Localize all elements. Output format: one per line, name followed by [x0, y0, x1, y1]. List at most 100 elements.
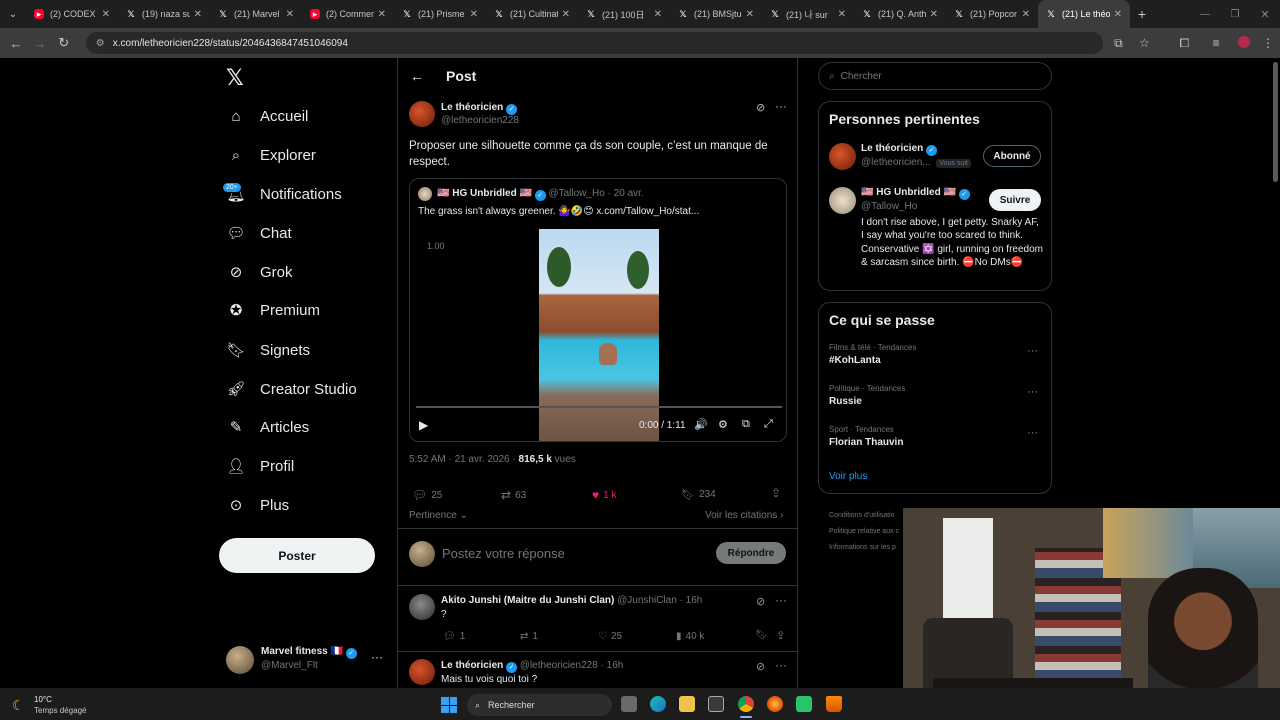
footer-link[interactable]: Conditions d'utilisatio — [829, 508, 899, 524]
bookmark-icon[interactable]: 🔖︎ — [755, 630, 768, 641]
browser-tab[interactable]: ▸ (2) CODEX : ✕ — [26, 0, 118, 28]
install-icon[interactable]: ⧉ — [1103, 36, 1135, 51]
minimize-button[interactable]: — — [1190, 9, 1220, 20]
reply-input[interactable]: Postez votre réponse — [442, 546, 565, 561]
person-handle[interactable]: @Tallow_Ho — [861, 201, 917, 212]
vlc-icon[interactable] — [826, 696, 842, 712]
close-tab-icon[interactable]: ✕ — [746, 9, 754, 20]
close-tab-icon[interactable]: ✕ — [286, 9, 294, 20]
browser-tab[interactable]: 𝕏 (21) 100日 ✕ — [578, 0, 670, 28]
close-tab-icon[interactable]: ✕ — [654, 9, 662, 20]
trend-item[interactable]: Films & télé · Tendances #KohLanta ··· — [829, 343, 1043, 379]
person-name[interactable]: Le théoricien — [861, 143, 923, 154]
grok-icon[interactable]: ⊘ — [756, 660, 765, 673]
following-button[interactable]: Abonné — [983, 145, 1041, 167]
nav-item-plus[interactable]: ⊙ Plus — [226, 490, 289, 520]
nav-item-accueil[interactable]: ⌂ Accueil — [226, 101, 308, 131]
nav-item-notifications[interactable]: 🔔︎ Notifications — [226, 179, 341, 209]
footer-link[interactable]: Politique relative aux c — [829, 524, 899, 540]
person-avatar[interactable] — [829, 143, 856, 170]
author-handle[interactable]: @letheoricien228 — [441, 115, 519, 126]
close-window-button[interactable]: ✕ — [1250, 8, 1280, 21]
more-options-icon[interactable]: ··· — [775, 593, 787, 607]
author-name[interactable]: Le théoricien — [441, 102, 503, 113]
more-options-icon[interactable]: ··· — [1027, 427, 1038, 439]
site-info-icon[interactable]: ⚙ — [96, 38, 105, 49]
reply-author-handle[interactable]: @letheoricien228 — [520, 660, 598, 671]
video-progress-track[interactable] — [416, 406, 782, 408]
start-icon[interactable] — [441, 697, 457, 713]
nav-item-profil[interactable]: 👤︎ Profil — [226, 451, 294, 481]
person-name[interactable]: 🇺🇸 HG Unbridled 🇺🇸 — [861, 187, 956, 198]
profile-avatar-icon[interactable] — [1232, 35, 1256, 51]
edge-icon[interactable] — [650, 696, 666, 712]
maximize-button[interactable]: ❐ — [1220, 9, 1250, 20]
reply-author-name[interactable]: Le théoricien — [441, 660, 503, 671]
person-handle[interactable]: @letheoricien... — [861, 157, 931, 168]
tab-search-button[interactable]: ⌄ — [0, 9, 26, 20]
nav-item-explorer[interactable]: ⌕ Explorer — [226, 140, 316, 170]
new-tab-button[interactable]: + — [1130, 6, 1154, 22]
reply-like-action[interactable]: ♡ 25 — [598, 631, 622, 642]
extensions-icon[interactable]: ⧠ — [1168, 36, 1200, 51]
reply-action[interactable]: 💬︎ 25 — [412, 488, 442, 502]
app-icon[interactable] — [796, 696, 812, 712]
reply-reply-action[interactable]: 💬︎ 1 — [443, 631, 465, 642]
reply-repost-action[interactable]: ⇄ 1 — [520, 631, 538, 642]
follow-button[interactable]: Suivre — [989, 189, 1041, 211]
more-options-icon[interactable]: ··· — [1027, 386, 1038, 398]
reply-author-name[interactable]: Akito Junshi (Maitre du Junshi Clan) — [441, 595, 614, 606]
bookmark-star-icon[interactable]: ☆ — [1134, 36, 1154, 50]
sort-dropdown[interactable]: Pertinence ⌄ — [409, 510, 468, 521]
pip-icon[interactable]: ⧉ — [742, 418, 750, 431]
browser-menu-icon[interactable]: ⋮ — [1256, 36, 1280, 50]
footer-link[interactable]: Informations sur les p — [829, 540, 899, 556]
account-switcher[interactable]: Marvel fitness 🇫🇷 ✓ @Marvel_Flt ··· — [226, 644, 386, 676]
close-tab-icon[interactable]: ✕ — [378, 9, 386, 20]
store-icon[interactable] — [708, 696, 724, 712]
close-tab-icon[interactable]: ✕ — [930, 9, 938, 20]
more-options-icon[interactable]: ··· — [775, 658, 787, 672]
firefox-icon[interactable] — [767, 696, 783, 712]
chrome-icon[interactable] — [738, 696, 754, 712]
close-tab-icon[interactable]: ✕ — [194, 9, 202, 20]
reply-button[interactable]: Répondre — [716, 542, 786, 564]
more-icon[interactable]: ··· — [371, 650, 383, 664]
search-input[interactable]: ⌕ Chercher — [818, 62, 1052, 90]
browser-tab[interactable]: 𝕏 (21) Q. Anth ✕ — [854, 0, 946, 28]
weather-desc[interactable]: Temps dégagé — [34, 706, 86, 715]
close-tab-icon[interactable]: ✕ — [1114, 9, 1122, 20]
post-timestamp[interactable]: 5:52 AM · 21 avr. 2026 · — [409, 454, 516, 465]
nav-item-articles[interactable]: ✎ Articles — [226, 412, 309, 442]
close-tab-icon[interactable]: ✕ — [102, 9, 110, 20]
browser-tab[interactable]: 𝕏 (21) Popcor ✕ — [946, 0, 1038, 28]
task-view-icon[interactable] — [621, 696, 637, 712]
fullscreen-icon[interactable]: ⤢ — [764, 418, 773, 431]
taskbar-search[interactable]: ⌕ Rechercher — [467, 694, 612, 716]
media-icon[interactable]: ≡ — [1200, 36, 1232, 50]
bookmark-action[interactable]: 🔖︎ 234 — [681, 488, 716, 501]
like-action[interactable]: ♥ 1 k — [592, 488, 616, 502]
reply-views[interactable]: ▮ 40 k — [676, 631, 704, 642]
browser-tab[interactable]: 𝕏 (21) Cultinat ✕ — [486, 0, 578, 28]
x-logo[interactable]: 𝕏 — [226, 66, 244, 91]
nav-item-premium[interactable]: ✪ Premium — [226, 295, 320, 325]
close-tab-icon[interactable]: ✕ — [562, 9, 570, 20]
volume-icon[interactable]: 🔊 — [694, 418, 708, 431]
reply-author-handle[interactable]: @JunshiClan — [617, 595, 677, 606]
nav-item-chat[interactable]: 💬︎ Chat — [226, 218, 291, 248]
post-button[interactable]: Poster — [219, 538, 375, 573]
share-icon[interactable]: ⇪ — [771, 486, 781, 500]
quoted-post[interactable]: 🇺🇸 HG Unbridled 🇺🇸 ✓ @Tallow_Ho · 20 avr… — [409, 178, 787, 442]
browser-tab[interactable]: 𝕏 (21) 나 sur ✕ — [762, 0, 854, 28]
more-options-icon[interactable]: ··· — [1027, 345, 1038, 357]
close-tab-icon[interactable]: ✕ — [838, 9, 846, 20]
weather-temp[interactable]: 10°C — [34, 695, 52, 704]
page-scrollbar[interactable] — [1273, 62, 1278, 182]
browser-tab[interactable]: 𝕏 (21) Marvel ✕ — [210, 0, 302, 28]
author-avatar[interactable] — [409, 101, 435, 127]
nav-item-grok[interactable]: ⊘ Grok — [226, 257, 293, 287]
settings-gear-icon[interactable]: ⚙ — [718, 418, 728, 431]
reply-avatar[interactable] — [409, 659, 435, 685]
video-player[interactable]: 1.00 ▶ 0:00 / 1:11 🔊 ⚙ ⧉ ⤢ — [410, 229, 786, 441]
